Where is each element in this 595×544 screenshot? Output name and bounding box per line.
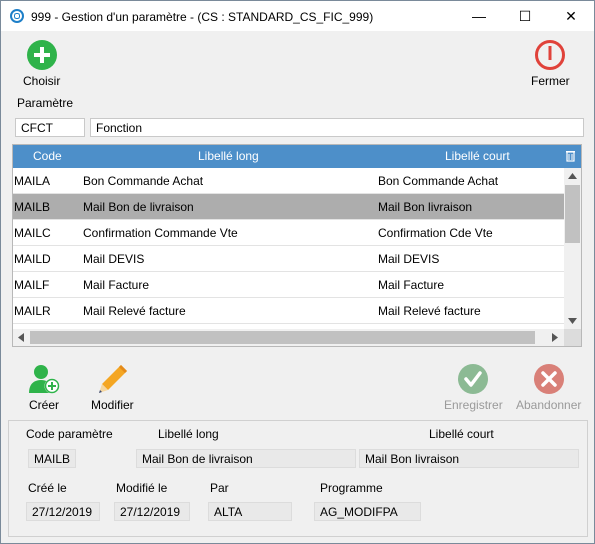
add-user-icon [29,365,60,394]
table-row[interactable]: MAILA Bon Commande Achat Bon Commande Ac… [13,168,564,194]
libelle-long-label: Libellé long [158,427,219,441]
creer-button[interactable]: Créer [27,363,61,412]
grid-header: Code Libellé long Libellé court [13,145,581,168]
column-header-libelle-court[interactable]: Libellé court [445,149,510,163]
cell-libelle-long: Mail DEVIS [83,252,145,266]
detail-panel: Code paramètre Libellé long Libellé cour… [8,420,588,537]
cell-libelle-court: Bon Commande Achat [378,174,499,188]
vertical-scrollbar[interactable] [564,168,581,329]
scrollbar-corner [564,329,581,346]
par-field[interactable]: ALTA [208,502,292,521]
parametre-code-field[interactable]: CFCT [15,118,85,137]
cell-libelle-court: Mail Bon livraison [378,200,473,214]
cell-code: MAILR [14,304,51,318]
app-icon [10,9,24,23]
maximize-button[interactable]: ☐ [502,1,548,31]
table-row[interactable]: MAILC Confirmation Commande Vte Confirma… [13,220,564,246]
title-bar: 999 - Gestion d'un paramètre - (CS : STA… [1,1,594,31]
cell-code: MAILB [14,200,51,214]
table-row-selected[interactable]: MAILB Mail Bon de livraison Mail Bon liv… [13,194,564,220]
par-label: Par [210,481,229,495]
fermer-label: Fermer [531,74,570,88]
table-row[interactable]: MAILR Mail Relevé facture Mail Relevé fa… [13,298,564,324]
code-parametre-field[interactable]: MAILB [28,449,76,468]
checkmark-icon [458,364,489,394]
fermer-button[interactable]: Fermer [531,39,570,88]
modifie-le-field[interactable]: 27/12/2019 [114,502,190,521]
cell-libelle-long: Bon Commande Achat [83,174,204,188]
cell-libelle-long: Confirmation Commande Vte [83,226,238,240]
scroll-right-arrow-icon[interactable] [552,333,558,342]
column-settings-icon[interactable] [565,150,576,162]
parametre-section-label: Paramètre [17,96,74,110]
choose-button[interactable]: Choisir [23,39,60,88]
modifie-le-label: Modifié le [116,481,168,495]
cell-code: MAILF [14,278,50,292]
cell-libelle-court: Mail Facture [378,278,445,292]
close-window-button[interactable]: ✕ [548,1,594,31]
code-parametre-label: Code paramètre [26,427,113,441]
cell-code: MAILC [14,226,51,240]
abandonner-label: Abandonner [516,398,582,412]
scroll-down-arrow-icon[interactable] [568,318,577,324]
cell-libelle-court: Confirmation Cde Vte [378,226,493,240]
cancel-icon [533,364,564,394]
choose-label: Choisir [23,74,61,88]
scroll-up-arrow-icon[interactable] [568,173,577,179]
cree-le-field[interactable]: 27/12/2019 [26,502,100,521]
abandonner-button[interactable]: Abandonner [516,363,581,412]
cell-libelle-court: Mail Relevé facture [378,304,481,318]
cell-code: MAILA [14,174,51,188]
cell-libelle-long: Mail Relevé facture [83,304,186,318]
cell-libelle-long: Mail Bon de livraison [83,200,194,214]
horizontal-scrollbar[interactable] [13,329,564,346]
add-circle-icon [26,40,57,70]
libelle-court-field[interactable]: Mail Bon livraison [359,449,579,468]
scroll-left-arrow-icon[interactable] [18,333,24,342]
power-icon [535,40,566,70]
programme-label: Programme [320,481,383,495]
cree-le-label: Créé le [28,481,67,495]
horizontal-scroll-thumb[interactable] [30,331,535,344]
column-header-code[interactable]: Code [33,149,62,163]
modifier-button[interactable]: Modifier [91,363,134,412]
libelle-court-label: Libellé court [429,427,494,441]
enregistrer-label: Enregistrer [444,398,503,412]
pencil-icon [99,365,128,393]
cell-libelle-long: Mail Facture [83,278,150,292]
parametre-libelle-field[interactable]: Fonction [90,118,584,137]
cell-libelle-court: Mail DEVIS [378,252,440,266]
enregistrer-button[interactable]: Enregistrer [444,363,503,412]
table-row[interactable]: MAILD Mail DEVIS Mail DEVIS [13,246,564,272]
table-row[interactable]: MAILF Mail Facture Mail Facture [13,272,564,298]
app-window: 999 - Gestion d'un paramètre - (CS : STA… [0,0,595,544]
programme-field[interactable]: AG_MODIFPA [314,502,421,521]
vertical-scroll-thumb[interactable] [565,185,580,243]
window-title: 999 - Gestion d'un paramètre - (CS : STA… [31,10,374,24]
creer-label: Créer [28,398,59,412]
column-header-libelle-long[interactable]: Libellé long [198,149,259,163]
modifier-label: Modifier [91,398,134,412]
libelle-long-field[interactable]: Mail Bon de livraison [136,449,356,468]
cell-code: MAILD [14,252,51,266]
parametre-grid: Code Libellé long Libellé court MAILA Bo… [12,144,582,347]
minimize-button[interactable]: — [456,1,502,31]
